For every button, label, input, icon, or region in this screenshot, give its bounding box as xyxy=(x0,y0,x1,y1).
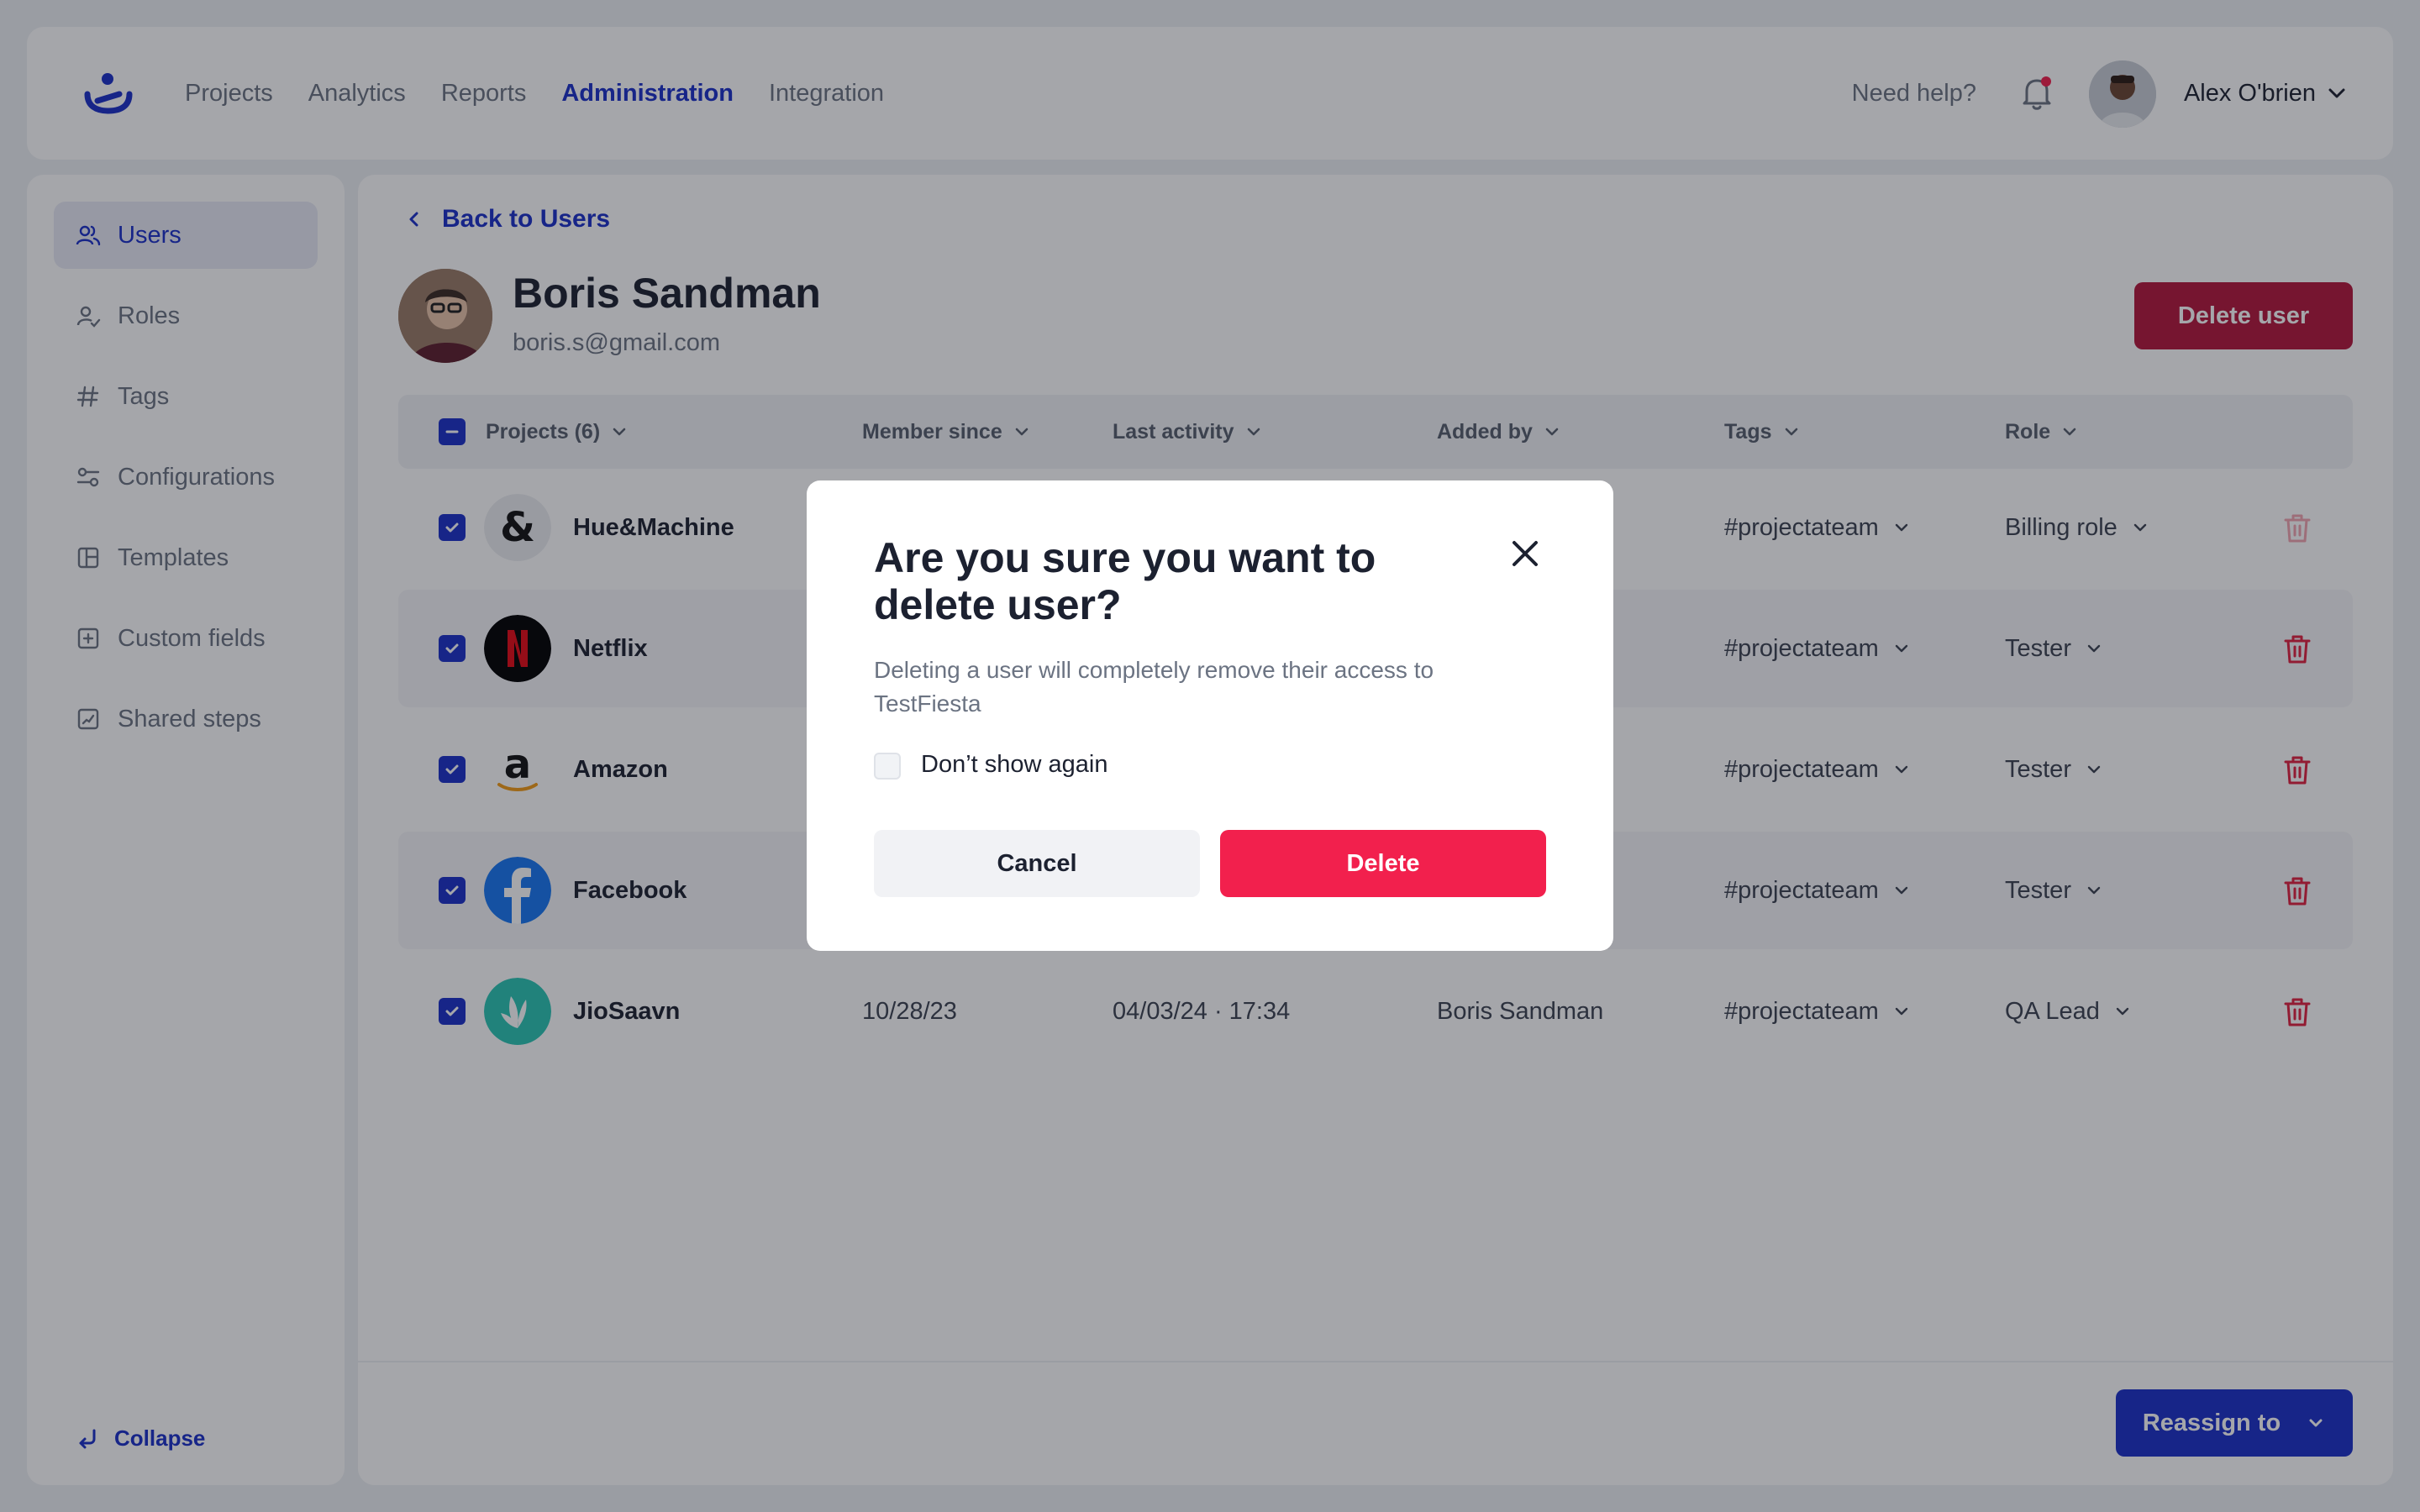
delete-button[interactable]: Delete xyxy=(1220,830,1546,897)
dialog-title: Are you sure you want to delete user? xyxy=(874,534,1376,628)
dialog-message: Deleting a user will completely remove t… xyxy=(874,657,1434,717)
delete-user-dialog: Are you sure you want to delete user? De… xyxy=(807,480,1613,951)
dont-show-again-checkbox[interactable] xyxy=(874,753,901,780)
cancel-button[interactable]: Cancel xyxy=(874,830,1200,897)
dont-show-again-label[interactable]: Don’t show again xyxy=(921,751,1107,779)
close-icon[interactable] xyxy=(1509,538,1541,570)
